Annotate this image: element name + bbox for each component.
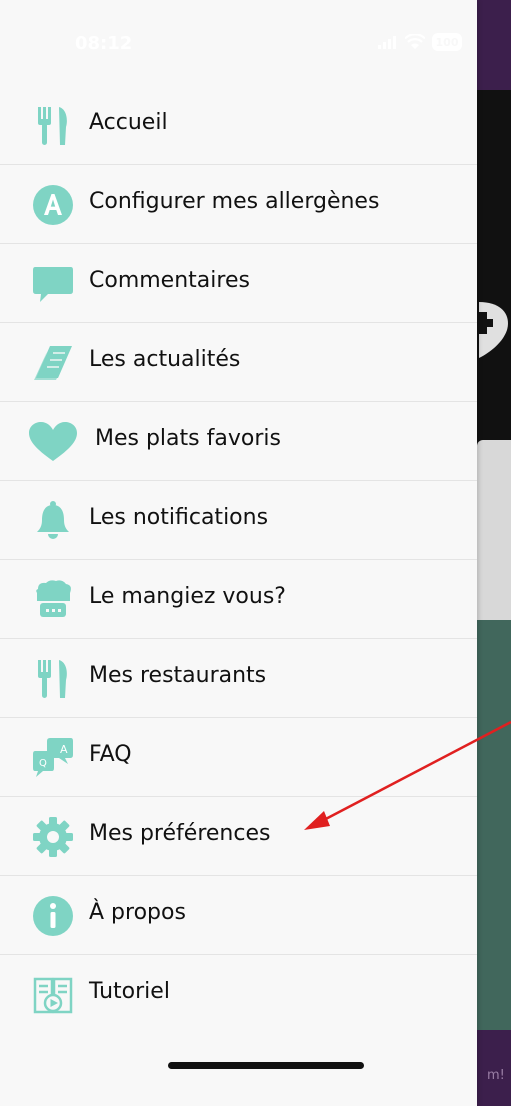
menu-item-preferences[interactable]: Mes préférences <box>0 797 477 876</box>
menu-item-label: Mes plats favoris <box>95 426 281 451</box>
home-indicator <box>168 1062 364 1069</box>
menu-item-restaurants[interactable]: Mes restaurants <box>0 639 477 718</box>
bell-icon <box>32 500 74 542</box>
newspaper-icon <box>32 342 74 384</box>
menu-item-faq[interactable]: A Q FAQ <box>0 718 477 797</box>
bg-map-pin-icon <box>473 296 511 360</box>
menu-item-accueil[interactable]: Accueil <box>0 86 477 165</box>
drawer-menu: Accueil Configurer mes allergènes Commen… <box>0 86 477 1034</box>
faq-bubbles-icon: A Q <box>32 737 74 779</box>
status-icons: 100 <box>378 30 462 54</box>
wifi-icon <box>405 34 425 49</box>
status-bar: 08:12 100 <box>0 0 477 80</box>
status-time: 08:12 <box>75 33 133 54</box>
menu-item-allergenes[interactable]: Configurer mes allergènes <box>0 165 477 244</box>
menu-item-label: Configurer mes allergènes <box>89 189 380 214</box>
menu-item-label: Mes préférences <box>89 821 271 846</box>
menu-item-a-propos[interactable]: À propos <box>0 876 477 955</box>
menu-item-notifications[interactable]: Les notifications <box>0 481 477 560</box>
chef-hat-icon <box>32 579 74 621</box>
menu-item-label: Mes restaurants <box>89 663 267 688</box>
menu-item-commentaires[interactable]: Commentaires <box>0 244 477 323</box>
menu-item-favoris[interactable]: Mes plats favoris <box>0 402 477 481</box>
bg-edge-text: m! <box>487 1068 505 1083</box>
menu-item-label: Les actualités <box>89 347 241 372</box>
tutorial-video-icon <box>32 974 74 1016</box>
fork-knife-icon <box>32 105 74 147</box>
menu-item-label: Commentaires <box>89 268 250 293</box>
menu-item-actualites[interactable]: Les actualités <box>0 323 477 402</box>
menu-item-label: Le mangiez vous? <box>89 584 286 609</box>
svg-text:A: A <box>60 743 68 756</box>
menu-item-label: Les notifications <box>89 505 269 530</box>
menu-item-label: Tutoriel <box>89 979 170 1004</box>
menu-item-mangiez-vous[interactable]: Le mangiez vous? <box>0 560 477 639</box>
menu-item-label: Accueil <box>89 110 168 135</box>
fork-knife-icon <box>32 658 74 700</box>
bg-card <box>477 440 511 640</box>
gear-icon <box>32 816 74 858</box>
comment-bubble-icon <box>32 263 74 305</box>
allergen-a-icon <box>32 184 74 226</box>
menu-item-tutoriel[interactable]: Tutoriel <box>0 955 477 1034</box>
menu-item-label: À propos <box>89 900 186 925</box>
signal-icon <box>378 36 396 49</box>
info-icon <box>32 895 74 937</box>
battery-icon: 100 <box>432 33 462 51</box>
heart-icon <box>28 421 78 463</box>
menu-item-label: FAQ <box>89 742 132 767</box>
side-drawer: 08:12 100 Accueil Configurer mes allergè… <box>0 0 477 1106</box>
svg-text:Q: Q <box>39 758 47 769</box>
